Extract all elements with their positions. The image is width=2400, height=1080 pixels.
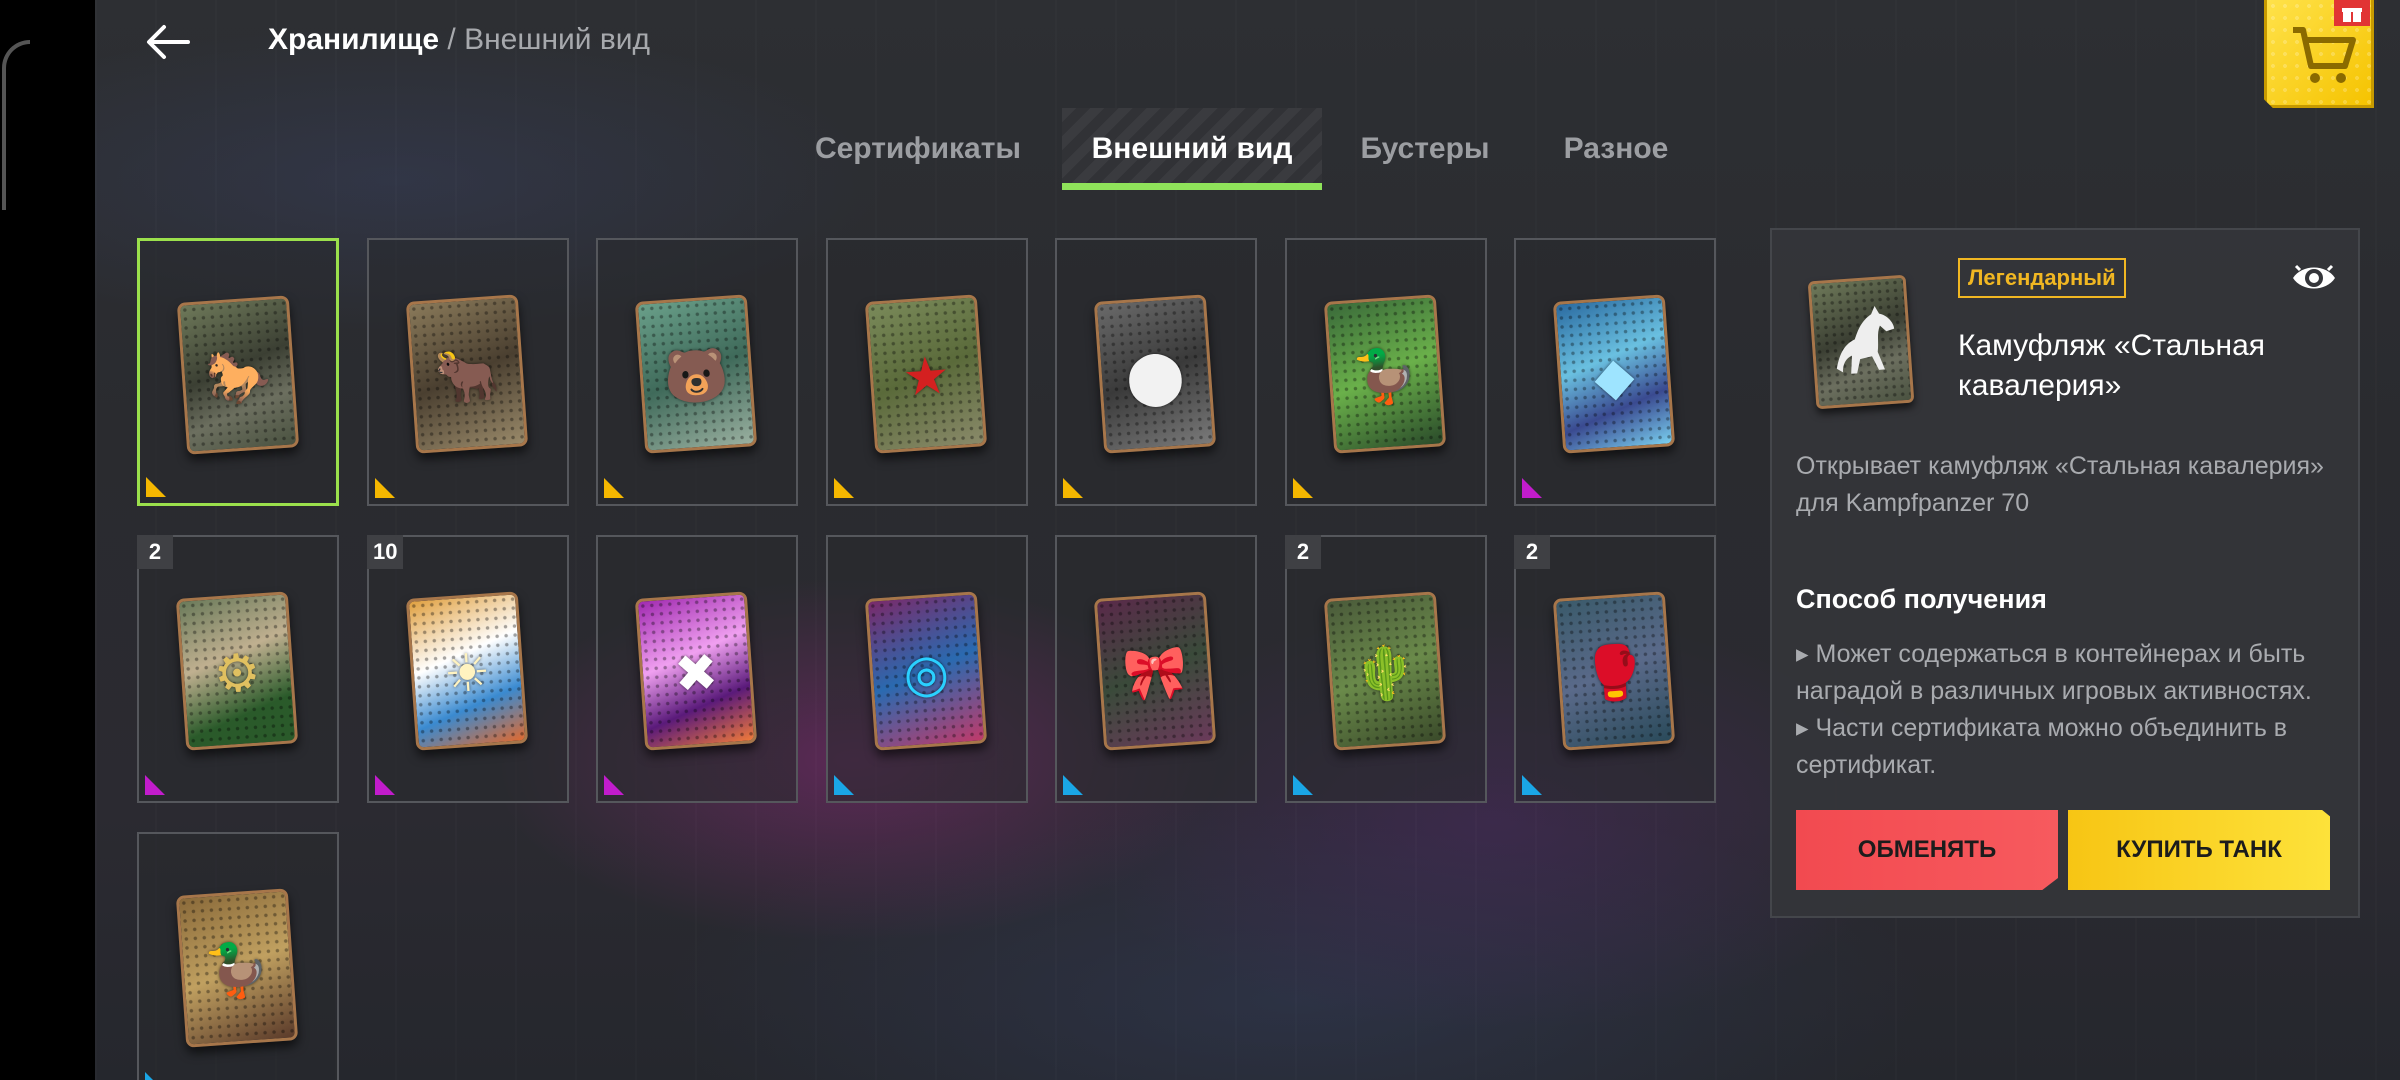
item-description: Открывает камуфляж «Стальная кавалерия» … xyxy=(1796,452,2324,517)
red-star-icon: ★ xyxy=(900,345,952,409)
back-button[interactable] xyxy=(140,14,200,70)
tab-certificates[interactable]: Сертификаты xyxy=(808,108,1028,190)
acquisition-method: ▸ Может содержаться в контейнерах и быть… xyxy=(1796,640,2312,705)
rarity-corner-legendary xyxy=(834,478,854,498)
preview-button[interactable] xyxy=(2290,260,2338,296)
item-card[interactable]: 🦆 xyxy=(137,832,339,1080)
boxing-gloves-icon: 🥊 xyxy=(1579,641,1649,707)
item-art: 🐎 xyxy=(176,295,300,455)
rarity-corner-rare xyxy=(834,775,854,795)
cannon-icon: ⚙ xyxy=(211,642,263,706)
acquisition-title: Способ получения xyxy=(1796,584,2047,614)
duck-icon: 🦆 xyxy=(1350,344,1420,410)
rarity-corner-epic xyxy=(375,775,395,795)
rarity-corner-rare xyxy=(1063,775,1083,795)
rarity-corner-epic xyxy=(145,775,165,795)
item-art: ◎ xyxy=(864,591,988,751)
bear-face-icon: 🐻 xyxy=(661,344,731,410)
breadcrumb: Хранилище / Внешний вид xyxy=(268,22,650,57)
item-art: ★ xyxy=(864,294,988,454)
item-art: 🦆 xyxy=(1323,294,1447,454)
breadcrumb-separator: / xyxy=(439,23,465,56)
screen: Хранилище / Внешний вид Сертификаты Внеш… xyxy=(0,0,2400,1080)
tab-label: Сертификаты xyxy=(814,132,1022,165)
gift-badge xyxy=(2334,0,2370,26)
item-count: 2 xyxy=(137,535,173,569)
rarity-corner-epic xyxy=(1522,478,1542,498)
rarity-corner-legendary xyxy=(1063,478,1083,498)
item-art: ☀ xyxy=(405,591,529,751)
tab-boosters[interactable]: Бустеры xyxy=(1352,108,1498,190)
item-card[interactable]: ✖ xyxy=(596,535,798,803)
device-edge xyxy=(0,0,95,1080)
item-art: ◆ xyxy=(1552,294,1676,454)
item-count: 2 xyxy=(1514,535,1550,569)
item-art: 🐻 xyxy=(634,294,758,454)
rarity-corner-legendary xyxy=(146,477,166,497)
item-details-panel: Легендарный Камуфляж «Стальная кавалерия… xyxy=(1770,228,2360,918)
tab-label: Бустеры xyxy=(1360,132,1490,165)
item-card[interactable]: 🐻 xyxy=(596,238,798,506)
rarity-corner-epic xyxy=(604,775,624,795)
item-art: 🐂 xyxy=(405,294,529,454)
item-card[interactable]: ☀ 10 xyxy=(367,535,569,803)
tab-label: Разное xyxy=(1563,132,1669,165)
item-card[interactable]: 🌵 2 xyxy=(1285,535,1487,803)
rarity-corner-rare xyxy=(1522,775,1542,795)
gift-icon xyxy=(2342,7,2362,22)
item-card[interactable]: ★ xyxy=(826,238,1028,506)
eye-icon xyxy=(2293,264,2335,289)
rubber-duck-icon: 🦆 xyxy=(202,938,272,1004)
item-card[interactable]: 🐂 xyxy=(367,238,569,506)
tab-appearance[interactable]: Внешний вид xyxy=(1062,108,1322,190)
horse-icon: 🐎 xyxy=(203,345,273,411)
bow-icon: 🎀 xyxy=(1120,641,1190,707)
item-art: ⬤ xyxy=(1093,294,1217,454)
rarity-corner-rare xyxy=(1293,775,1313,795)
rarity-badge: Легендарный xyxy=(1958,258,2126,298)
mosaic-icon: ◆ xyxy=(1592,345,1637,409)
acquisition-method: ▸ Части сертификата можно объединить в с… xyxy=(1796,714,2288,779)
item-count: 2 xyxy=(1285,535,1321,569)
item-card[interactable]: ◆ xyxy=(1514,238,1716,506)
item-count: 10 xyxy=(367,535,404,569)
rarity-corner-legendary xyxy=(604,478,624,498)
buy-tank-button[interactable]: КУПИТЬ ТАНК xyxy=(2068,810,2330,890)
target-icon: ◎ xyxy=(901,642,951,706)
sun-icon: ☀ xyxy=(441,642,493,706)
item-art: 🎀 xyxy=(1093,591,1217,751)
item-card[interactable]: ◎ xyxy=(826,535,1028,803)
cactus-icon: 🌵 xyxy=(1350,641,1420,707)
rarity-corner-rare xyxy=(145,1072,165,1080)
exchange-button[interactable]: ОБМЕНЯТЬ xyxy=(1796,810,2058,890)
item-card[interactable]: 🥊 2 xyxy=(1514,535,1716,803)
arrow-left-icon xyxy=(147,25,190,59)
item-art: 🌵 xyxy=(1323,591,1447,751)
item-card[interactable]: 🎀 xyxy=(1055,535,1257,803)
item-thumbnail xyxy=(1807,274,1915,410)
item-card[interactable]: 🐎 xyxy=(137,238,339,506)
breadcrumb-current: Внешний вид xyxy=(464,23,651,56)
bull-icon: 🐂 xyxy=(432,344,502,410)
item-art: ✖ xyxy=(634,591,758,751)
item-card[interactable]: 🦆 xyxy=(1285,238,1487,506)
item-art: 🦆 xyxy=(175,888,299,1048)
item-art: 🥊 xyxy=(1552,591,1676,751)
horse-icon xyxy=(1836,305,1895,374)
exchange-button-label: ОБМЕНЯТЬ xyxy=(1857,836,1997,863)
item-card[interactable]: ⬤ xyxy=(1055,238,1257,506)
rarity-corner-legendary xyxy=(1293,478,1313,498)
item-card[interactable]: ⚙ 2 xyxy=(137,535,339,803)
tab-label: Внешний вид xyxy=(1091,132,1293,165)
item-title: Камуфляж «Стальная кавалерия» xyxy=(1958,329,2266,402)
graffiti-icon: ✖ xyxy=(672,642,721,706)
breadcrumb-root[interactable]: Хранилище xyxy=(268,23,439,56)
tab-misc[interactable]: Разное xyxy=(1546,108,1686,190)
circles-icon: ⬤ xyxy=(1124,344,1187,409)
rarity-corner-legendary xyxy=(375,478,395,498)
buy-tank-button-label: КУПИТЬ ТАНК xyxy=(2116,836,2282,863)
item-art: ⚙ xyxy=(175,591,299,751)
